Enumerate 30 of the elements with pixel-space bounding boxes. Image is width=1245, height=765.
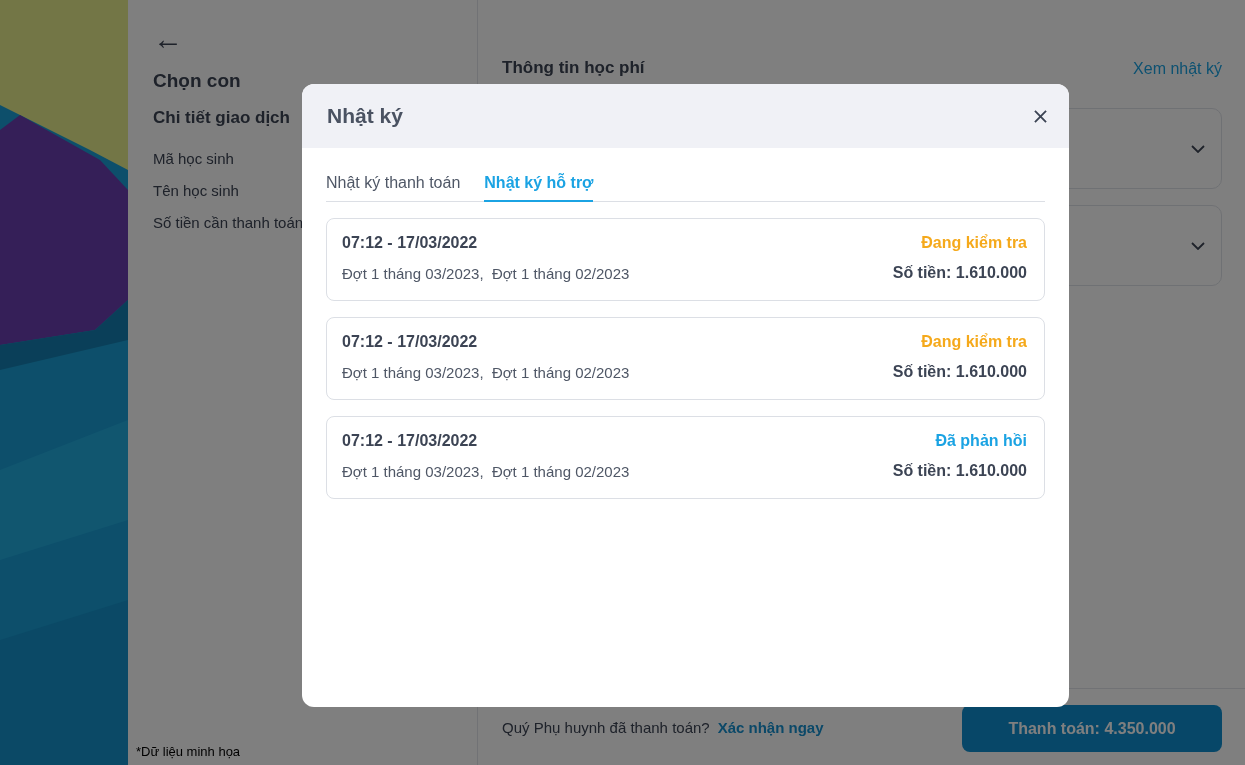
entry-periods: Đợt 1 tháng 03/2023, Đợt 1 tháng 02/2023: [342, 462, 630, 480]
chevron-icon: [1191, 241, 1205, 250]
section-heading: Thông tin học phí: [502, 58, 645, 78]
chevron-icon: [1191, 144, 1205, 153]
field-label: Số tiền cần thanh toán: [153, 214, 304, 231]
entry-status: Đã phản hồi: [935, 432, 1027, 450]
view-log-link[interactable]: Xem nhật ký: [1133, 60, 1222, 78]
dialog-title: Nhật ký: [327, 104, 403, 128]
entry-time: 07:12 - 17/03/2022: [342, 333, 478, 351]
tab[interactable]: Nhật ký thanh toán: [326, 170, 461, 202]
payment-question: Quý Phụ huynh đã thanh toán?: [502, 718, 710, 736]
entry-status: Đang kiểm tra: [921, 333, 1027, 351]
entry-amount: Số tiền: 1.610.000: [892, 363, 1027, 381]
entry-periods: Đợt 1 tháng 03/2023, Đợt 1 tháng 02/2023: [342, 363, 630, 381]
tab[interactable]: Nhật ký hỗ trợ: [484, 170, 594, 202]
entry-time: 07:12 - 17/03/2022: [342, 234, 478, 252]
back-arrow-icon[interactable]: ←: [153, 22, 183, 56]
entry-periods: Đợt 1 tháng 03/2023, Đợt 1 tháng 02/2023: [342, 264, 630, 282]
entry-status: Đang kiểm tra: [921, 234, 1027, 252]
sidebar-title: Chọn con: [153, 70, 241, 92]
footnote: *Dữ liệu minh họa: [136, 744, 241, 759]
section-title: Chi tiết giao dịch: [153, 108, 290, 128]
entry-amount: Số tiền: 1.610.000: [892, 462, 1027, 480]
entry-time: 07:12 - 17/03/2022: [342, 432, 478, 450]
confirm-link[interactable]: Xác nhận ngay: [717, 718, 824, 736]
pay-button[interactable]: Thanh toán: 4.350.000: [962, 705, 1222, 752]
field-label: Mã học sinh: [153, 150, 234, 167]
close-icon[interactable]: [1034, 109, 1047, 123]
entry-amount: Số tiền: 1.610.000: [892, 264, 1027, 282]
field-label: Tên học sinh: [153, 182, 239, 199]
